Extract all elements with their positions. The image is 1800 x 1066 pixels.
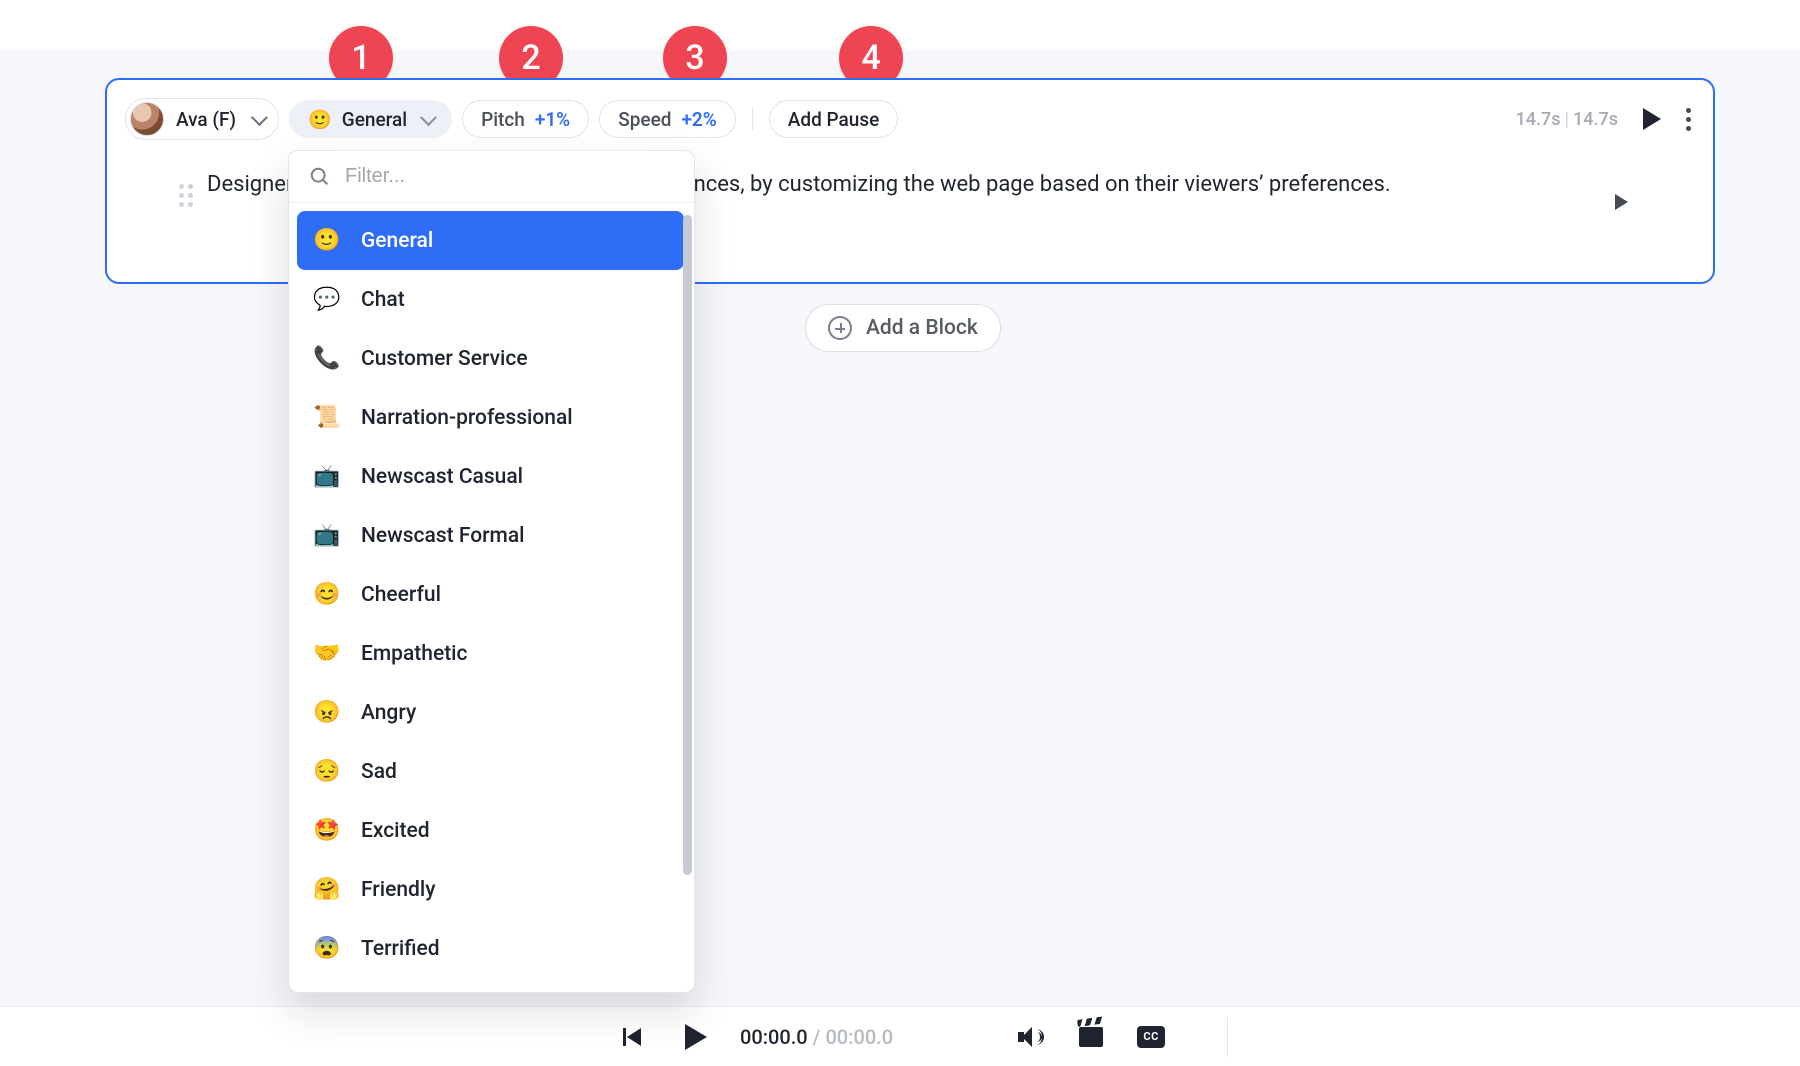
style-option-emoji-icon: 💬 <box>313 287 339 312</box>
clapper-icon <box>1079 1027 1103 1047</box>
add-pause-button[interactable]: Add Pause <box>769 100 899 138</box>
play-block-button[interactable] <box>1636 105 1664 133</box>
voice-label: Ava (F) <box>176 108 236 131</box>
speed-label: Speed <box>618 108 671 131</box>
dropdown-list: 🙂 General 💬 Chat 📞 Customer Service 📜 Narration… <box>289 203 694 978</box>
style-option[interactable]: 🤩 Excited <box>297 801 684 860</box>
style-selector[interactable]: 🙂 General <box>289 100 452 138</box>
style-option-label: Newscast Casual <box>361 465 523 489</box>
add-block-label: Add a Block <box>866 316 978 340</box>
pitch-control[interactable]: Pitch +1% <box>462 100 589 138</box>
style-option[interactable]: 📺 Newscast Casual <box>297 447 684 506</box>
add-block-button[interactable]: Add a Block <box>805 304 1001 352</box>
style-option-label: General <box>361 229 433 253</box>
style-option[interactable]: 😔 Sad <box>297 742 684 801</box>
skip-previous-button[interactable] <box>620 1023 648 1051</box>
style-option-emoji-icon: 📺 <box>313 523 339 548</box>
style-option-emoji-icon: 📺 <box>313 464 339 489</box>
pitch-label: Pitch <box>481 108 525 131</box>
style-dropdown: 🙂 General 💬 Chat 📞 Customer Service 📜 Narration… <box>288 150 695 993</box>
style-option-emoji-icon: 🤝 <box>313 641 339 666</box>
style-option[interactable]: 📞 Customer Service <box>297 329 684 388</box>
style-option-label: Cheerful <box>361 583 441 607</box>
style-option-emoji-icon: 😔 <box>313 759 339 784</box>
style-option[interactable]: 🙂 General <box>297 211 684 270</box>
block-more-menu[interactable] <box>1682 104 1695 135</box>
voice-selector[interactable]: Ava (F) <box>125 98 279 140</box>
skip-previous-icon <box>623 1026 645 1048</box>
style-option-emoji-icon: 😨 <box>313 936 339 961</box>
avatar <box>130 102 164 136</box>
style-option-emoji-icon: 🤗 <box>313 877 339 902</box>
style-option-label: Newscast Formal <box>361 524 525 548</box>
style-option-emoji-icon: 😊 <box>313 582 339 607</box>
style-option[interactable]: 😠 Angry <box>297 683 684 742</box>
style-label: General <box>342 108 407 131</box>
app-header <box>0 0 1800 50</box>
style-option-label: Terrified <box>361 937 440 961</box>
style-emoji-icon: 🙂 <box>308 108 332 131</box>
captions-button[interactable]: CC <box>1137 1023 1165 1051</box>
video-button[interactable] <box>1077 1023 1105 1051</box>
player-time: 00:00.0 / 00:00.0 <box>740 1025 893 1049</box>
play-icon <box>685 1024 707 1050</box>
scrollbar[interactable] <box>683 215 692 875</box>
chevron-down-icon <box>420 109 437 126</box>
volume-button[interactable] <box>1017 1023 1045 1051</box>
style-option-label: Narration-professional <box>361 406 573 430</box>
style-option-label: Excited <box>361 819 430 843</box>
style-option-label: Empathetic <box>361 642 468 666</box>
cc-icon: CC <box>1137 1026 1165 1048</box>
style-option[interactable]: 🤝 Empathetic <box>297 624 684 683</box>
player-bar: 00:00.0 / 00:00.0 CC <box>0 1006 1800 1066</box>
style-option-emoji-icon: 🙂 <box>313 228 339 253</box>
block-toolbar-right: 14.7s|14.7s <box>1516 98 1695 140</box>
volume-icon <box>1018 1026 1044 1048</box>
player-divider <box>1227 1017 1228 1057</box>
style-option[interactable]: 🤗 Friendly <box>297 860 684 919</box>
toolbar-divider <box>752 108 753 130</box>
style-option[interactable]: 📜 Narration-professional <box>297 388 684 447</box>
dropdown-filter-input[interactable] <box>345 165 674 188</box>
style-option[interactable]: 📺 Newscast Formal <box>297 506 684 565</box>
style-option-emoji-icon: 😠 <box>313 700 339 725</box>
pitch-value: +1% <box>535 108 570 131</box>
drag-handle-icon[interactable] <box>179 184 197 208</box>
style-option-label: Angry <box>361 701 416 725</box>
style-option-emoji-icon: 🤩 <box>313 818 339 843</box>
block-duration: 14.7s|14.7s <box>1516 109 1618 130</box>
style-option-label: Chat <box>361 288 405 312</box>
style-option-emoji-icon: 📜 <box>313 405 339 430</box>
style-option[interactable]: 💬 Chat <box>297 270 684 329</box>
style-option-label: Customer Service <box>361 347 528 371</box>
dropdown-search <box>289 151 694 203</box>
add-pause-label: Add Pause <box>788 108 880 131</box>
play-icon <box>1643 108 1661 130</box>
plus-circle-icon <box>828 316 852 340</box>
speed-value: +2% <box>681 108 716 131</box>
search-icon <box>309 166 331 188</box>
style-option[interactable]: 😨 Terrified <box>297 919 684 978</box>
block-toolbar: Ava (F) 🙂 General Pitch +1% Speed +2% Ad… <box>125 98 898 140</box>
style-option-label: Sad <box>361 760 397 784</box>
style-option-emoji-icon: 📞 <box>313 346 339 371</box>
play-icon <box>1615 194 1628 210</box>
speed-control[interactable]: Speed +2% <box>599 100 736 138</box>
style-option-label: Friendly <box>361 878 435 902</box>
chevron-down-icon <box>251 109 268 126</box>
play-line-button[interactable] <box>1605 188 1633 216</box>
global-play-button[interactable] <box>680 1023 708 1051</box>
style-option[interactable]: 😊 Cheerful <box>297 565 684 624</box>
